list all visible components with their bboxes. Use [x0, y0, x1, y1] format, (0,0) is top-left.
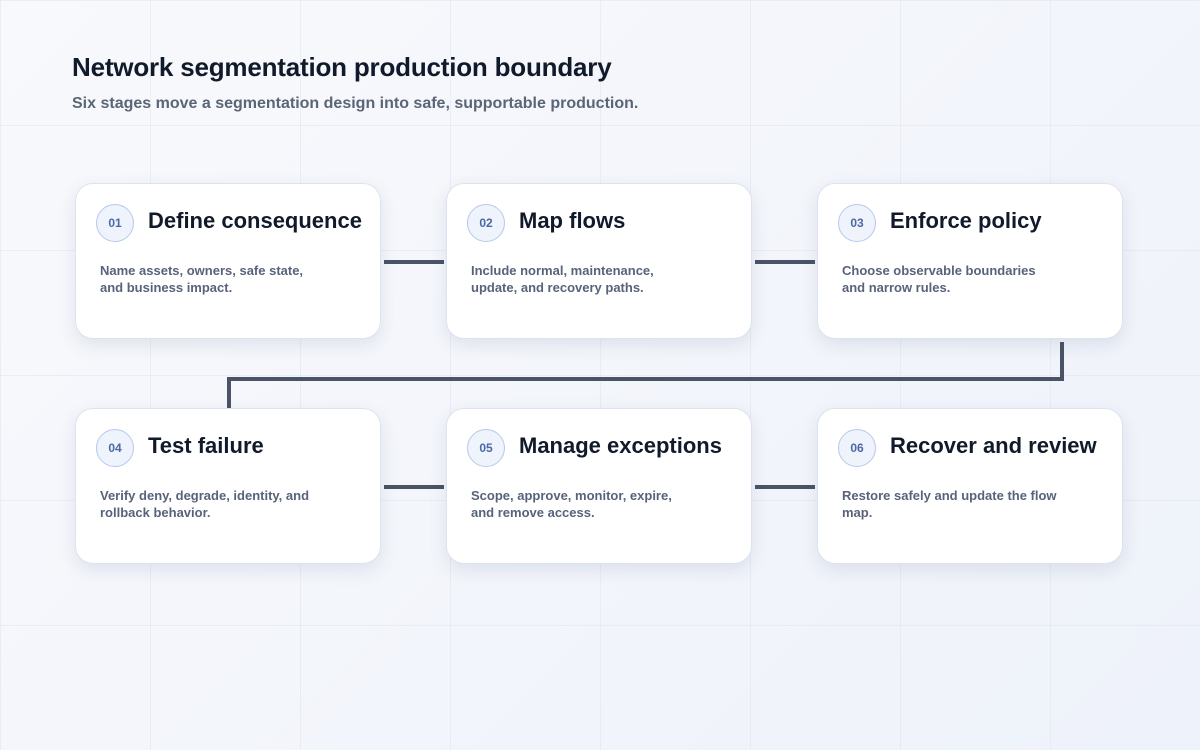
stage-card-manage-exceptions: 05 Manage exceptions Scope, approve, mon… [446, 408, 752, 564]
stage-title: Recover and review [890, 433, 1097, 458]
stage-number-badge: 05 [467, 429, 505, 467]
stage-number-badge: 03 [838, 204, 876, 242]
stage-card-define-consequence: 01 Define consequence Name assets, owner… [75, 183, 381, 339]
stage-title: Map flows [519, 208, 626, 233]
stage-description: Restore safely and update the flow map. [842, 488, 1057, 520]
stage-number-badge: 02 [467, 204, 505, 242]
flow-connectors [227, 260, 1064, 489]
stage-description: Scope, approve, monitor, expire, and rem… [471, 488, 672, 520]
stage-number-badge: 01 [96, 204, 134, 242]
stage-description: Include normal, maintenance, update, and… [471, 263, 654, 295]
stage-card-map-flows: 02 Map flows Include normal, maintenance… [446, 183, 752, 339]
stage-title: Enforce policy [890, 208, 1042, 233]
stage-card-recover-and-review: 06 Recover and review Restore safely and… [817, 408, 1123, 564]
stage-card-test-failure: 04 Test failure Verify deny, degrade, id… [75, 408, 381, 564]
stage-title: Define consequence [148, 208, 362, 233]
stage-title: Manage exceptions [519, 433, 722, 458]
stage-card-enforce-policy: 03 Enforce policy Choose observable boun… [817, 183, 1123, 339]
stage-title: Test failure [148, 433, 264, 458]
connector-03-04 [227, 342, 1064, 408]
stage-number-badge: 04 [96, 429, 134, 467]
stage-description: Verify deny, degrade, identity, and roll… [100, 488, 310, 520]
stage-description: Choose observable boundaries and narrow … [842, 263, 1036, 295]
stage-description: Name assets, owners, safe state, and bus… [100, 263, 304, 295]
stage-number-badge: 06 [838, 429, 876, 467]
